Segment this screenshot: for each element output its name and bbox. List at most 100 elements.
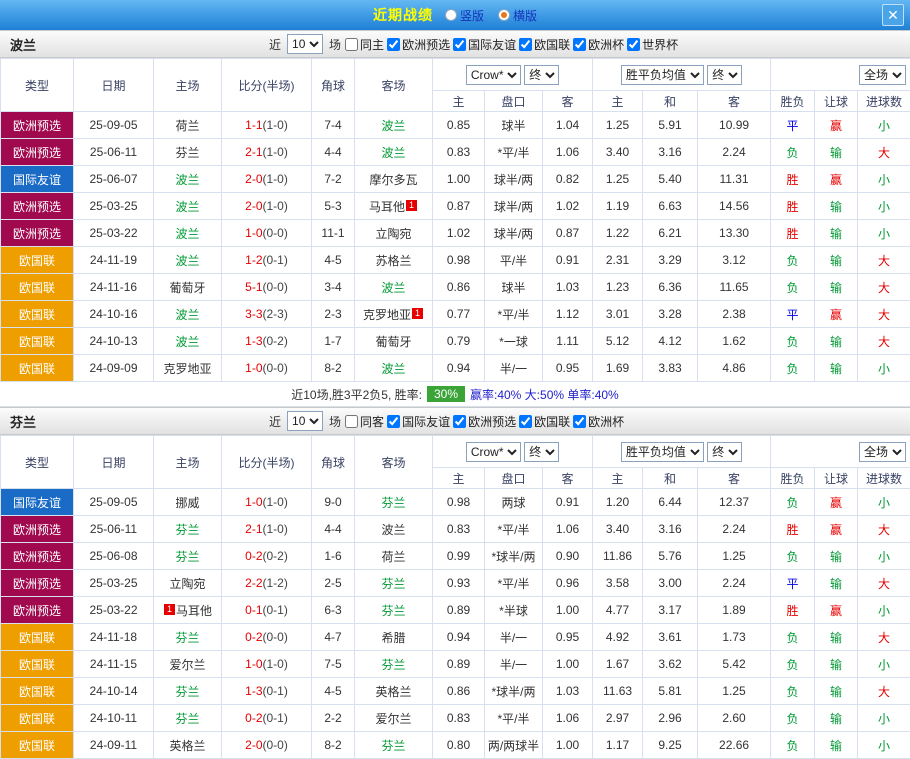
mean-draw-odds: 3.61	[643, 624, 698, 651]
mean-draw-odds: 3.16	[643, 139, 698, 166]
odds-source-select[interactable]: Crow*	[466, 65, 521, 85]
match-score: 2-2(1-2)	[222, 570, 312, 597]
recent-count-select[interactable]: 10	[287, 411, 323, 431]
filter-checkbox[interactable]: 国际友谊	[453, 36, 516, 53]
handicap-line: 半/一	[485, 651, 543, 678]
team-name-text: 克罗地亚	[363, 308, 411, 322]
match-type-badge: 欧国联	[1, 328, 74, 355]
title-center: 近期战绩 竖版 横版	[0, 5, 910, 25]
team-bar: 波兰 近 10 场 同主欧洲预选国际友谊欧国联欧洲杯世界杯	[0, 30, 910, 58]
match-date: 24-11-15	[74, 651, 154, 678]
checkbox-label: 欧洲预选	[402, 36, 450, 53]
scope-select[interactable]: 全场	[859, 442, 906, 462]
checkbox-input[interactable]	[519, 415, 532, 428]
team-name-text: 荷兰	[381, 550, 405, 564]
radio-horizontal-layout[interactable]: 横版	[498, 7, 537, 24]
team-name-text: 芬兰	[175, 712, 199, 726]
home-team-cell: 芬兰	[154, 543, 222, 570]
checkbox-input[interactable]	[519, 38, 532, 51]
recent-count-select[interactable]: 10	[287, 34, 323, 54]
mean-select[interactable]: 胜平负均值	[621, 442, 704, 462]
checkbox-input[interactable]	[573, 415, 586, 428]
result-handicap: 输	[815, 355, 858, 382]
mean-home-odds: 1.23	[593, 274, 643, 301]
away-team-cell: 希腊	[355, 624, 433, 651]
checkbox-input[interactable]	[627, 38, 640, 51]
checkbox-input[interactable]	[387, 38, 400, 51]
corner-count: 8-2	[312, 355, 355, 382]
close-button[interactable]: ✕	[882, 4, 904, 26]
filter-checkbox[interactable]: 同客	[345, 413, 384, 430]
team-name-text: 马耳他	[176, 604, 212, 618]
filter-checkbox[interactable]: 欧洲杯	[573, 413, 624, 430]
away-odds: 1.00	[543, 597, 593, 624]
result-goals: 小	[858, 355, 910, 382]
filter-checkbox[interactable]: 世界杯	[627, 36, 678, 53]
team-name-text: 挪威	[175, 496, 199, 510]
mean-draw-odds: 3.28	[643, 301, 698, 328]
checkbox-input[interactable]	[345, 38, 358, 51]
col-header-corners: 角球	[312, 436, 355, 489]
sub-header-goals: 进球数	[858, 468, 910, 489]
radio-vertical-layout[interactable]: 竖版	[445, 7, 484, 24]
away-odds: 1.00	[543, 732, 593, 759]
mean-draw-odds: 4.12	[643, 328, 698, 355]
sub-header-let: 让球	[815, 468, 858, 489]
away-team-cell: 英格兰	[355, 678, 433, 705]
result-goals: 小	[858, 166, 910, 193]
match-rows: 国际友谊25-09-05挪威1-0(1-0)9-0芬兰0.98两球0.911.2…	[1, 489, 910, 759]
team-name-text: 芬兰	[381, 739, 405, 753]
filter-checkbox[interactable]: 欧洲预选	[387, 36, 450, 53]
col-header-home: 主场	[154, 436, 222, 489]
match-date: 24-11-18	[74, 624, 154, 651]
radio-selected-icon[interactable]	[498, 9, 510, 21]
filter-checkbox[interactable]: 欧国联	[519, 36, 570, 53]
checkbox-input[interactable]	[345, 415, 358, 428]
home-team-cell: 挪威	[154, 489, 222, 516]
away-team-cell: 克罗地亚1	[355, 301, 433, 328]
match-type-badge: 欧洲预选	[1, 139, 74, 166]
match-date: 24-09-11	[74, 732, 154, 759]
filter-checkbox[interactable]: 欧洲杯	[573, 36, 624, 53]
checkbox-input[interactable]	[573, 38, 586, 51]
team-name-text: 英格兰	[375, 685, 411, 699]
match-type-badge: 欧国联	[1, 651, 74, 678]
filter-checkbox[interactable]: 欧国联	[519, 413, 570, 430]
result-win-draw-loss: 负	[771, 247, 815, 274]
halftime-score: (0-2)	[263, 334, 288, 348]
corner-count: 1-7	[312, 328, 355, 355]
odds-time-select[interactable]: 终	[524, 65, 559, 85]
mean-time-select[interactable]: 终	[707, 65, 742, 85]
red-card-badge: 1	[164, 604, 175, 615]
checkbox-input[interactable]	[387, 415, 400, 428]
filter-checkbox[interactable]: 欧洲预选	[453, 413, 516, 430]
sub-header-goals: 进球数	[858, 91, 910, 112]
result-goals: 小	[858, 193, 910, 220]
mean-home-odds: 1.69	[593, 355, 643, 382]
match-date: 24-11-16	[74, 274, 154, 301]
odds-time-select[interactable]: 终	[524, 442, 559, 462]
matches-table: 类型 日期 主场 比分(半场) 角球 客场 Crow* 终 胜平负均值 终 全场	[0, 58, 910, 382]
mean-away-odds: 1.25	[698, 543, 771, 570]
match-type-badge: 欧国联	[1, 274, 74, 301]
odds-source-select[interactable]: Crow*	[466, 442, 521, 462]
handicap-line: *平/半	[485, 705, 543, 732]
result-win-draw-loss: 胜	[771, 220, 815, 247]
result-handicap: 输	[815, 193, 858, 220]
result-handicap: 输	[815, 328, 858, 355]
radio-unselected-icon[interactable]	[445, 9, 457, 21]
fulltime-score: 1-1	[245, 118, 262, 132]
col-header-score: 比分(半场)	[222, 436, 312, 489]
mean-time-select[interactable]: 终	[707, 442, 742, 462]
checkbox-input[interactable]	[453, 415, 466, 428]
home-team-cell: 芬兰	[154, 139, 222, 166]
scope-select[interactable]: 全场	[859, 65, 906, 85]
mean-select[interactable]: 胜平负均值	[621, 65, 704, 85]
filter-checkbox[interactable]: 国际友谊	[387, 413, 450, 430]
match-type-badge: 欧国联	[1, 624, 74, 651]
checkbox-input[interactable]	[453, 38, 466, 51]
result-goals: 大	[858, 678, 910, 705]
halftime-score: (0-0)	[263, 630, 288, 644]
filter-checkbox[interactable]: 同主	[345, 36, 384, 53]
corner-count: 5-3	[312, 193, 355, 220]
